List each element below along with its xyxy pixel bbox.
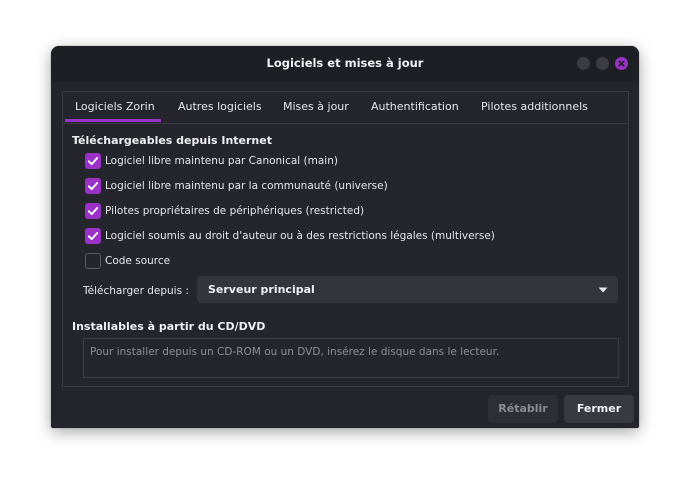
tab-logiciels-zorin[interactable]: Logiciels Zorin <box>75 100 155 113</box>
source-code-checkbox[interactable] <box>85 253 101 269</box>
cdrom-placeholder-text: Pour installer depuis un CD-ROM ou un DV… <box>90 346 500 358</box>
cdrom-source-area: Pour installer depuis un CD-ROM ou un DV… <box>83 338 619 378</box>
checkmark-icon <box>87 182 99 191</box>
cdrom-section-title: Installables à partir du CD/DVD <box>72 320 266 333</box>
source-main-checkbox[interactable] <box>85 153 101 169</box>
revert-button[interactable]: Rétablir <box>488 395 558 423</box>
tab-authentification[interactable]: Authentification <box>371 100 459 113</box>
source-universe-label: Logiciel libre maintenu par la communaut… <box>105 180 388 192</box>
window-title: Logiciels et mises à jour <box>266 56 424 70</box>
source-code-row[interactable]: Code source <box>85 252 170 270</box>
source-restricted-row[interactable]: Pilotes propriétaires de périphériques (… <box>85 202 364 220</box>
close-window-button[interactable] <box>615 57 628 70</box>
active-tab-indicator <box>65 119 161 122</box>
title-bar[interactable]: Logiciels et mises à jour <box>51 46 639 81</box>
source-main-row[interactable]: Logiciel libre maintenu par Canonical (m… <box>85 152 338 170</box>
source-multiverse-checkbox[interactable] <box>85 228 101 244</box>
tab-mises-a-jour[interactable]: Mises à jour <box>283 100 349 113</box>
download-server-value: Serveur principal <box>208 283 315 296</box>
source-multiverse-label: Logiciel soumis au droit d'auteur ou à d… <box>105 230 495 242</box>
source-universe-checkbox[interactable] <box>85 178 101 194</box>
close-icon <box>618 60 625 67</box>
checkmark-icon <box>87 157 99 166</box>
download-from-label: Télécharger depuis : <box>83 285 189 297</box>
source-multiverse-row[interactable]: Logiciel soumis au droit d'auteur ou à d… <box>85 227 495 245</box>
tab-pilotes-additionnels[interactable]: Pilotes additionnels <box>481 100 588 113</box>
download-server-dropdown[interactable]: Serveur principal <box>197 276 618 303</box>
software-updates-window: Logiciels et mises à jour Logiciels Zori… <box>51 46 639 428</box>
source-universe-row[interactable]: Logiciel libre maintenu par la communaut… <box>85 177 388 195</box>
tab-notebook: Logiciels Zorin Autres logiciels Mises à… <box>62 91 629 387</box>
checkmark-icon <box>87 232 99 241</box>
source-main-label: Logiciel libre maintenu par Canonical (m… <box>105 155 338 167</box>
internet-section-title: Téléchargeables depuis Internet <box>72 134 272 147</box>
minimize-button[interactable] <box>577 57 590 70</box>
source-restricted-checkbox[interactable] <box>85 203 101 219</box>
tab-bar: Logiciels Zorin Autres logiciels Mises à… <box>63 92 628 124</box>
close-button[interactable]: Fermer <box>564 395 634 423</box>
source-code-label: Code source <box>105 255 171 267</box>
tab-autres-logiciels[interactable]: Autres logiciels <box>178 100 262 113</box>
checkmark-icon <box>87 207 99 216</box>
dropdown-arrow-icon <box>598 287 608 293</box>
maximize-button[interactable] <box>596 57 609 70</box>
source-restricted-label: Pilotes propriétaires de périphériques (… <box>105 205 365 217</box>
